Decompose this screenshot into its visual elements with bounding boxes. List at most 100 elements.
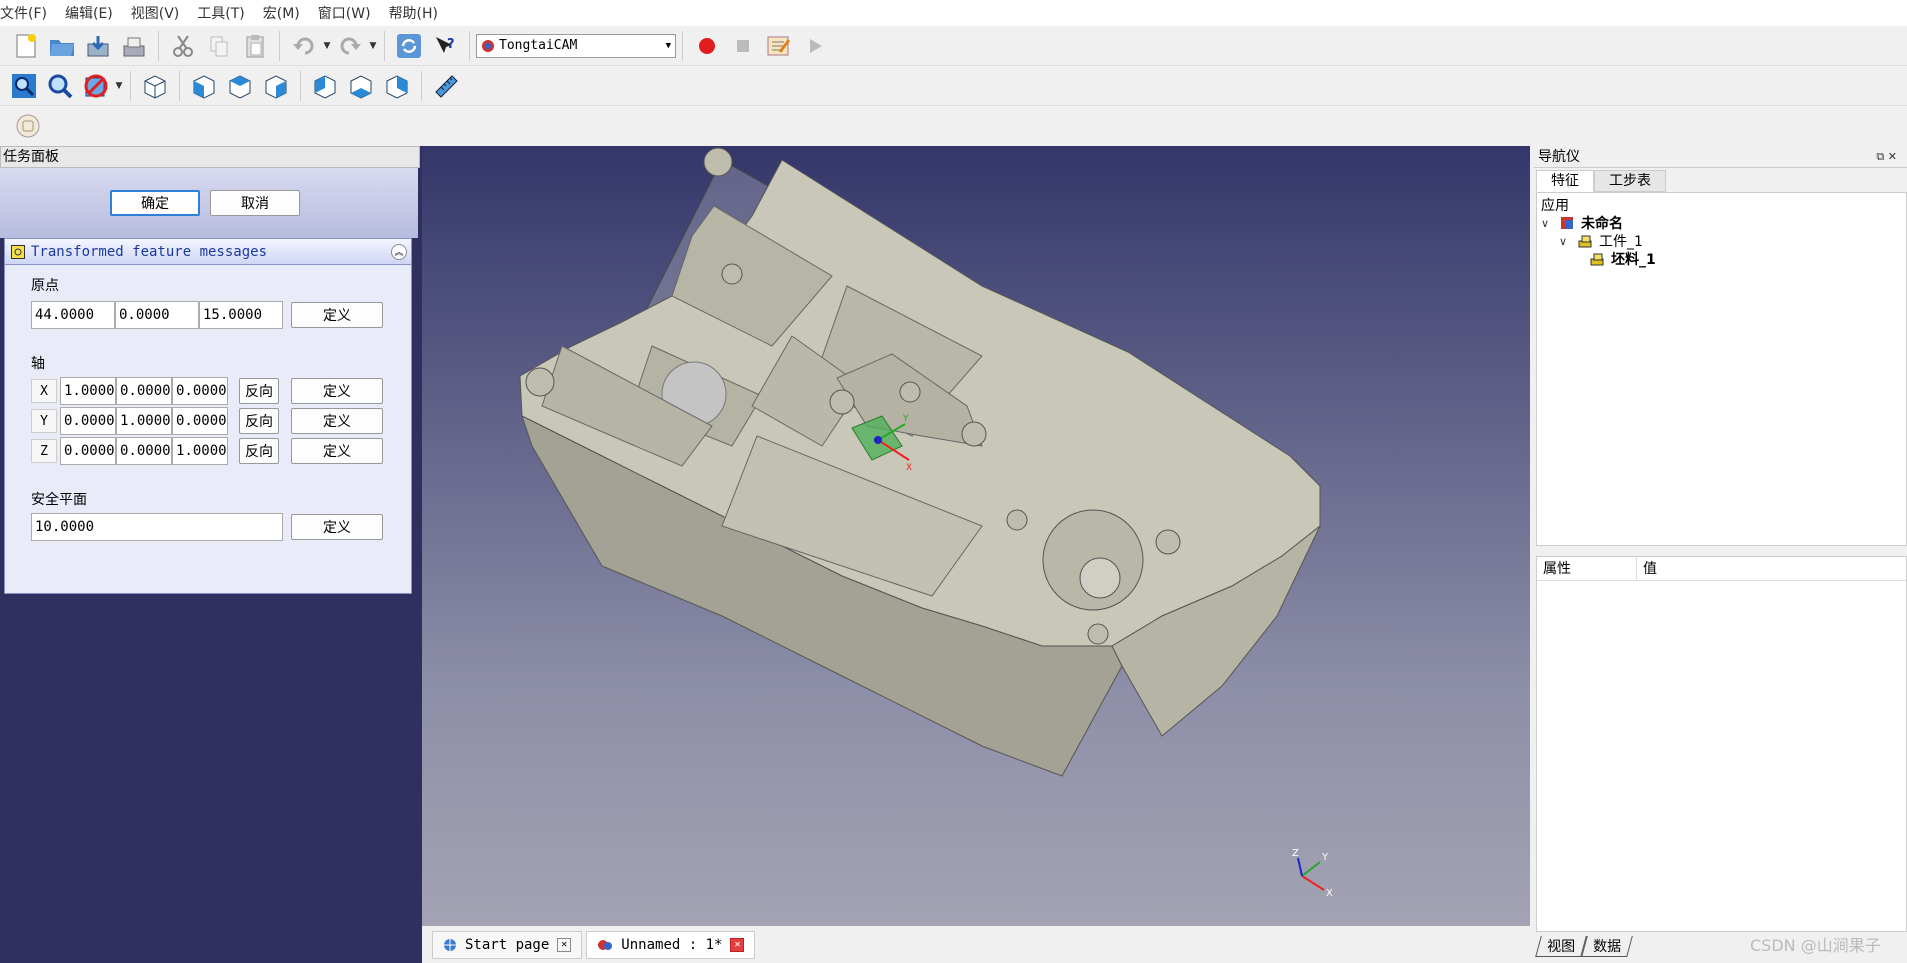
rear-view-icon[interactable] [308, 69, 342, 103]
close-icon[interactable]: ✕ [730, 937, 745, 952]
right-view-icon[interactable] [259, 69, 293, 103]
3d-viewport[interactable]: X Y X Y Z [422, 146, 1530, 926]
navigator-tabs: 特征 工步表 [1536, 170, 1666, 192]
fit-all-icon[interactable] [7, 69, 41, 103]
edit-macro-icon[interactable] [762, 29, 796, 63]
axis-y-vx[interactable]: 0.0000 [60, 407, 116, 435]
task-panel-buttons-area [0, 168, 418, 238]
axis-label: 轴 [31, 356, 45, 372]
task-panel-title: 任务面板 [0, 146, 420, 168]
paste-icon[interactable] [238, 29, 272, 63]
origin-x-field[interactable]: 44.0000 [31, 301, 115, 329]
safe-plane-label: 安全平面 [31, 492, 87, 508]
axis-x-reverse-button[interactable]: 反向 [239, 378, 279, 404]
axis-x-vx[interactable]: 1.0000 [60, 377, 116, 405]
undo-icon[interactable] [287, 29, 321, 63]
left-view-icon[interactable] [380, 69, 414, 103]
axis-x-vy[interactable]: 0.0000 [116, 377, 172, 405]
origin-define-button[interactable]: 定义 [291, 302, 383, 328]
cut-icon[interactable] [166, 29, 200, 63]
menu-window[interactable]: 窗口(W) [318, 3, 379, 23]
globe-icon [444, 938, 456, 951]
tree-item-label: 未命名 [1581, 216, 1623, 232]
menu-help[interactable]: 帮助(H) [389, 3, 446, 23]
redo-dropdown-icon[interactable]: ▼ [368, 41, 378, 51]
tree-item-label: 工件_1 [1599, 234, 1643, 250]
save-icon[interactable] [81, 29, 115, 63]
run-macro-icon[interactable] [798, 29, 832, 63]
workbench-selector[interactable]: TongtaiCAM ▼ [476, 33, 676, 58]
svg-text:X: X [1326, 888, 1333, 899]
tab-data[interactable]: 数据 [1581, 936, 1633, 957]
new-file-icon[interactable] [9, 29, 43, 63]
stock-icon[interactable] [11, 109, 45, 143]
menu-edit[interactable]: 编辑(E) [65, 3, 121, 23]
menu-tools[interactable]: 工具(T) [197, 3, 252, 23]
axis-y-vz[interactable]: 0.0000 [172, 407, 228, 435]
cancel-button[interactable]: 取消 [210, 190, 300, 216]
chevron-down-icon: ▼ [665, 40, 671, 51]
float-icon[interactable]: ⧉ ✕ [1876, 146, 1897, 168]
origin-y-field[interactable]: 0.0000 [115, 301, 199, 329]
svg-text:Z: Z [1292, 848, 1299, 859]
menu-view[interactable]: 视图(V) [131, 3, 188, 23]
chevron-down-icon[interactable]: ∨ [1559, 235, 1571, 248]
whats-this-icon[interactable]: ? [428, 29, 462, 63]
safe-plane-field[interactable]: 10.0000 [31, 513, 283, 541]
axis-z-vz[interactable]: 1.0000 [172, 437, 228, 465]
tree-item-workpiece[interactable]: ∨ 工件_1 [1559, 231, 1643, 251]
fit-selection-icon[interactable] [43, 69, 77, 103]
bottom-view-icon[interactable] [344, 69, 378, 103]
axis-y-reverse-button[interactable]: 反向 [239, 408, 279, 434]
front-view-icon[interactable] [187, 69, 221, 103]
axis-z-vx[interactable]: 0.0000 [60, 437, 116, 465]
axis-z-reverse-button[interactable]: 反向 [239, 438, 279, 464]
redo-icon[interactable] [333, 29, 367, 63]
axis-z-define-button[interactable]: 定义 [291, 438, 383, 464]
property-tabs: 视图 数据 [1535, 936, 1633, 957]
close-icon[interactable]: ✕ [557, 937, 572, 952]
draw-style-icon[interactable] [79, 69, 113, 103]
axis-z-vy[interactable]: 0.0000 [116, 437, 172, 465]
ok-button[interactable]: 确定 [110, 190, 200, 216]
undo-dropdown-icon[interactable]: ▼ [322, 41, 332, 51]
props-col-name: 属性 [1537, 557, 1637, 580]
menu-file[interactable]: 文件(F) [0, 3, 55, 23]
copy-icon[interactable] [202, 29, 236, 63]
refresh-icon[interactable] [392, 29, 426, 63]
save-as-icon[interactable] [117, 29, 151, 63]
tab-features[interactable]: 特征 [1536, 170, 1594, 192]
tab-unnamed[interactable]: Unnamed : 1* ✕ [586, 930, 756, 959]
document-icon [598, 939, 613, 950]
top-view-icon[interactable] [223, 69, 257, 103]
origin-z-field[interactable]: 15.0000 [199, 301, 283, 329]
tab-start-page[interactable]: Start page ✕ [432, 930, 583, 959]
axis-y-vy[interactable]: 1.0000 [116, 407, 172, 435]
view-toolbar: ▼ [0, 66, 1907, 106]
tab-unnamed-label: Unnamed : 1* [621, 936, 723, 953]
tree-item-stock[interactable]: 坯料_1 [1589, 249, 1656, 269]
chevron-down-icon[interactable]: ∨ [1541, 217, 1553, 230]
tab-start-page-label: Start page [465, 936, 550, 953]
axis-x-vz[interactable]: 0.0000 [172, 377, 228, 405]
svg-text:Y: Y [1321, 852, 1329, 863]
safe-plane-define-button[interactable]: 定义 [291, 514, 383, 540]
record-macro-icon[interactable] [690, 29, 724, 63]
draw-style-dropdown-icon[interactable]: ▼ [114, 81, 124, 91]
measure-icon[interactable] [429, 69, 463, 103]
cam-toolbar [0, 106, 1907, 146]
isometric-view-icon[interactable] [138, 69, 172, 103]
open-icon[interactable] [45, 29, 79, 63]
navigator-panel: 导航仪 ⧉ ✕ 特征 工步表 应用 ∨ 未命名 ∨ 工件_1 坯料_1 属性 值… [1534, 146, 1907, 963]
axis-y-define-button[interactable]: 定义 [291, 408, 383, 434]
menu-macro[interactable]: 宏(M) [263, 3, 308, 23]
document-icon [1561, 217, 1573, 229]
document-tabs: Start page ✕ Unnamed : 1* ✕ [422, 926, 1530, 963]
collapse-icon[interactable]: ︽ [391, 243, 407, 260]
axis-x-define-button[interactable]: 定义 [291, 378, 383, 404]
tree-item-root[interactable]: ∨ 未命名 [1541, 213, 1623, 233]
tab-steps[interactable]: 工步表 [1594, 170, 1666, 192]
stop-macro-icon[interactable] [726, 29, 760, 63]
tab-view[interactable]: 视图 [1535, 936, 1587, 957]
task-panel: 任务面板 确定 取消 Transformed feature messages … [0, 146, 422, 963]
